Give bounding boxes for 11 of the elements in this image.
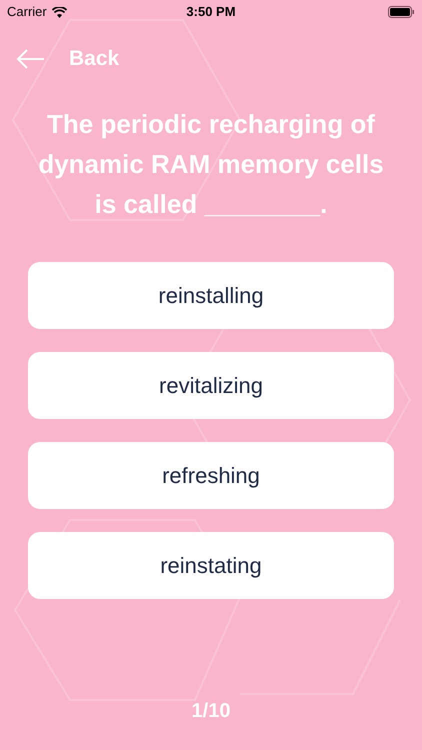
answer-option[interactable]: refreshing — [28, 442, 394, 509]
answer-option[interactable]: reinstalling — [28, 262, 394, 329]
question-text: The periodic recharging of dynamic RAM memory cells is called ________. — [37, 108, 385, 221]
progress-counter: 1/10 — [192, 699, 230, 724]
answer-option[interactable]: reinstating — [28, 532, 394, 599]
battery-icon — [388, 6, 415, 18]
answer-option[interactable]: revitalizing — [28, 352, 394, 419]
wifi-icon — [52, 6, 67, 18]
time-label: 3:50 PM — [186, 3, 236, 22]
back-arrow-icon — [16, 49, 45, 69]
carrier-label: Carrier — [7, 3, 47, 22]
